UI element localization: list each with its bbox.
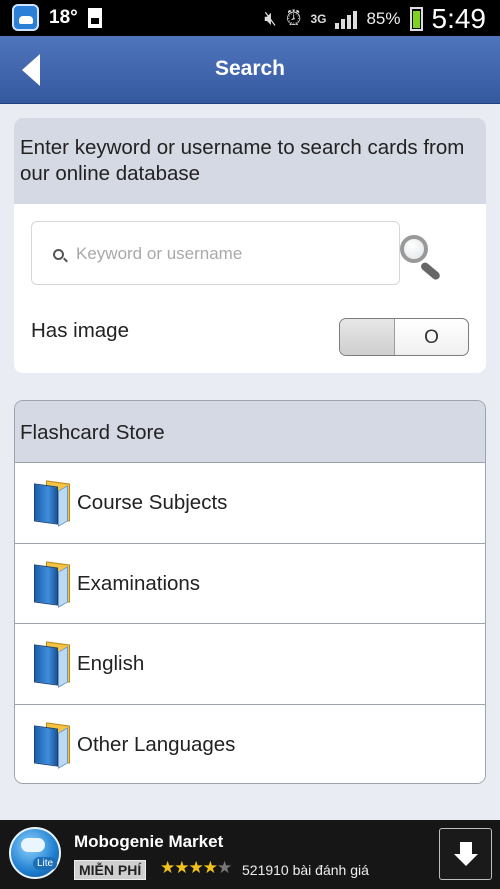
search-icon bbox=[53, 249, 64, 260]
status-bar-left: 18° bbox=[12, 4, 102, 31]
list-item-other-languages[interactable]: Other Languages bbox=[15, 704, 485, 783]
download-arrow-icon bbox=[460, 842, 472, 854]
list-item-course-subjects[interactable]: Course Subjects bbox=[15, 463, 485, 544]
ad-banner[interactable]: Lite Mobogenie Market MIỄN PHÍ ★★★★★ 521… bbox=[0, 820, 500, 889]
download-button[interactable] bbox=[439, 828, 492, 880]
flashcard-store-list: Flashcard Store Course Subjects Examinat… bbox=[14, 400, 486, 784]
search-button[interactable] bbox=[400, 235, 444, 282]
search-input[interactable] bbox=[76, 236, 386, 272]
has-image-label: Has image bbox=[31, 319, 129, 342]
toggle-state-text: O bbox=[424, 327, 439, 348]
list-item-english[interactable]: English bbox=[15, 624, 485, 705]
top-bar: Search bbox=[0, 36, 500, 104]
sd-card-icon bbox=[87, 7, 102, 28]
status-bar-right: 🔇︎ ⏰︎ 3G 85% 5:49 bbox=[264, 3, 486, 35]
page-title: Search bbox=[214, 57, 286, 80]
magnifier-handle bbox=[419, 260, 442, 282]
has-image-toggle[interactable]: O bbox=[339, 318, 469, 356]
network-type: 3G bbox=[310, 11, 327, 26]
book-icon bbox=[32, 721, 74, 769]
clock: 5:49 bbox=[431, 3, 487, 34]
toggle-knob[interactable] bbox=[340, 319, 395, 355]
review-count: 521910 bài đánh giá bbox=[242, 862, 369, 878]
list-item-label: English bbox=[77, 652, 145, 675]
book-icon bbox=[32, 560, 74, 608]
magnifier-icon bbox=[400, 235, 428, 263]
store-title: Flashcard Store bbox=[15, 401, 485, 463]
battery-icon bbox=[409, 7, 423, 31]
rating-stars: ★★★★★ bbox=[160, 858, 232, 877]
list-item-label: Course Subjects bbox=[77, 491, 228, 514]
search-field[interactable] bbox=[31, 221, 400, 285]
weather-app-icon bbox=[12, 4, 39, 31]
alarm-icon: ⏰︎ bbox=[285, 7, 302, 30]
signal-icon bbox=[335, 9, 358, 29]
search-description: Enter keyword or username to search card… bbox=[14, 118, 486, 204]
list-item-label: Examinations bbox=[77, 571, 201, 595]
download-arrow-head bbox=[454, 854, 478, 866]
list-item-examinations[interactable]: Examinations bbox=[15, 543, 485, 624]
ad-title: Mobogenie Market bbox=[74, 832, 224, 851]
cloud-icon bbox=[21, 838, 45, 852]
mute-icon: 🔇︎ bbox=[264, 7, 277, 30]
book-icon bbox=[32, 641, 74, 688]
lite-badge: Lite bbox=[33, 857, 58, 870]
book-icon bbox=[32, 480, 74, 527]
battery-percent: 85% bbox=[366, 9, 401, 28]
status-bar: 18° 🔇︎ ⏰︎ 3G 85% 5:49 bbox=[0, 0, 500, 36]
mobogenie-logo: Lite bbox=[9, 827, 61, 879]
free-badge: MIỄN PHÍ bbox=[74, 860, 147, 880]
search-panel: Enter keyword or username to search card… bbox=[14, 118, 486, 373]
list-item-label: Other Languages bbox=[77, 732, 236, 756]
temperature: 18° bbox=[49, 6, 78, 28]
